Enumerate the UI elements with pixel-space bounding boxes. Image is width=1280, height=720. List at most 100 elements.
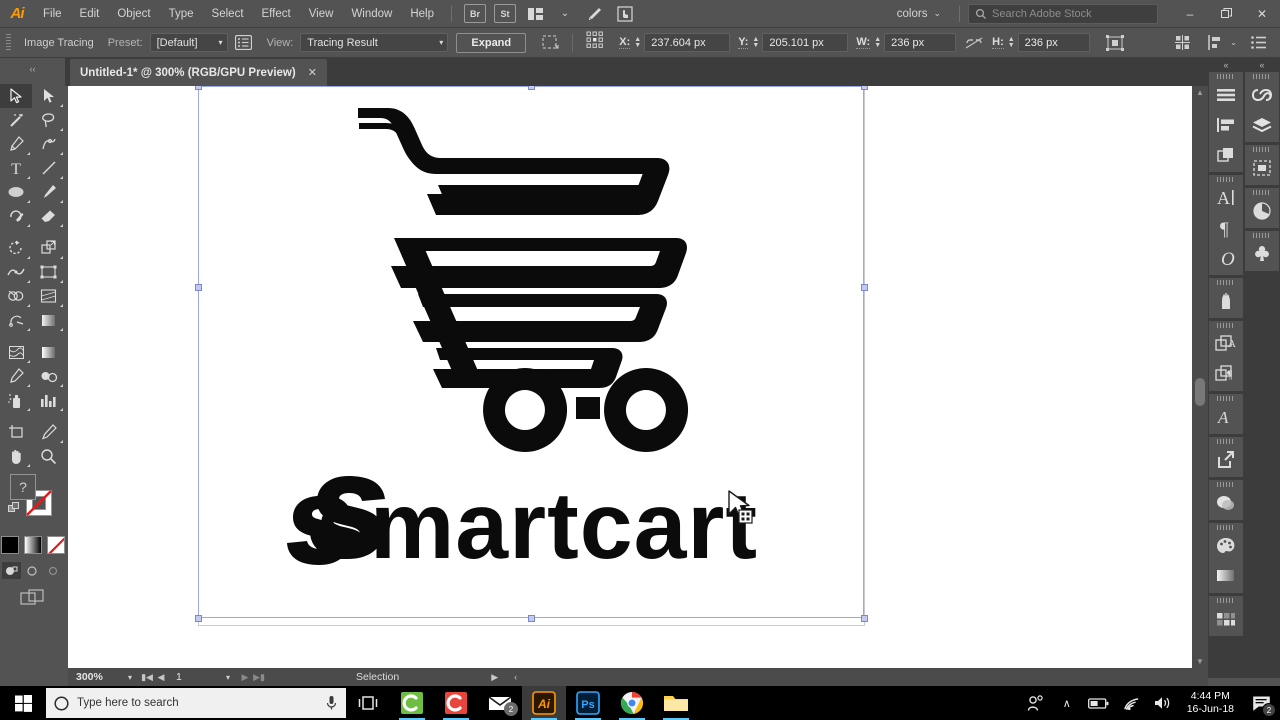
photoshop-app-icon[interactable]: Ps <box>566 686 610 720</box>
panel-grip[interactable] <box>1217 439 1235 444</box>
unlink-proportions-icon[interactable] <box>963 33 985 53</box>
prev-artboard-button[interactable]: ◀ <box>154 672 168 683</box>
reference-point-grid[interactable] <box>585 31 605 54</box>
rotate-tool[interactable] <box>0 236 32 260</box>
free-transform-tool[interactable] <box>33 260 65 284</box>
draw-inside-button[interactable] <box>44 562 63 579</box>
distribute-icon[interactable] <box>1203 33 1225 53</box>
gradient-tool[interactable] <box>33 308 65 332</box>
stock-search-input[interactable]: Search Adobe Stock <box>968 3 1158 24</box>
panel-grip[interactable] <box>1217 323 1235 328</box>
line-segment-tool[interactable] <box>33 156 65 180</box>
status-menu-arrows[interactable]: ▶ ‹ <box>491 672 517 683</box>
battery-icon[interactable] <box>1083 686 1115 720</box>
graphic-styles-panel-icon[interactable]: ¶ <box>1209 359 1243 389</box>
screen-mode-button[interactable] <box>0 589 65 605</box>
show-hidden-icons-icon[interactable]: ∧ <box>1051 686 1083 720</box>
preset-dropdown[interactable]: [Default] ▾ <box>149 33 228 52</box>
pathfinder-panel-icon[interactable] <box>1209 140 1243 170</box>
next-artboard-button[interactable]: ▶ <box>238 672 252 683</box>
taskbar-search-input[interactable]: Type here to search <box>46 688 346 718</box>
draw-normal-button[interactable] <box>2 562 21 579</box>
collapse-panels-icon-right[interactable]: « <box>1259 60 1264 70</box>
symbol-sprayer-tool[interactable] <box>0 388 32 412</box>
menu-edit[interactable]: Edit <box>71 0 109 28</box>
magic-wand-tool[interactable] <box>0 108 32 132</box>
shape-builder-tool[interactable] <box>0 284 32 308</box>
menu-object[interactable]: Object <box>108 0 159 28</box>
w-field[interactable]: 236 px <box>884 33 957 52</box>
symbols-panel-icon[interactable] <box>1245 239 1279 269</box>
glyphs-panel-icon[interactable]: O <box>1209 243 1243 273</box>
brushes-panel-icon[interactable] <box>1209 286 1243 316</box>
mesh-tool[interactable] <box>0 308 32 332</box>
panel-grip[interactable] <box>1217 396 1235 401</box>
close-icon[interactable]: ✕ <box>308 66 317 79</box>
more-options-icon[interactable] <box>1247 33 1269 53</box>
view-dropdown[interactable]: Tracing Result ▾ <box>300 33 449 52</box>
taskbar-clock[interactable]: 4:44 PM 16-Jun-18 <box>1179 690 1242 716</box>
window-restore-button[interactable] <box>1208 0 1244 28</box>
mesh-grid-tool[interactable] <box>0 340 32 364</box>
pen-tool[interactable] <box>0 132 32 156</box>
control-bar-grip[interactable] <box>6 33 11 52</box>
panel-grip[interactable] <box>1217 177 1235 182</box>
menu-effect[interactable]: Effect <box>253 0 300 28</box>
align-panel-icon[interactable] <box>1209 80 1243 110</box>
mail-app-icon[interactable]: 2 <box>478 686 522 720</box>
panel-grip[interactable] <box>1253 147 1271 152</box>
panel-grip[interactable] <box>1217 598 1235 603</box>
panel-grip[interactable] <box>1253 233 1271 238</box>
direct-selection-tool[interactable] <box>33 84 65 108</box>
perspective-grid-tool[interactable] <box>33 284 65 308</box>
y-stepper[interactable]: ▲ ▼ <box>752 36 759 49</box>
collapse-panels-icon-left[interactable]: « <box>1223 60 1228 70</box>
window-minimize-button[interactable]: – <box>1172 0 1208 28</box>
last-artboard-button[interactable]: ▶▮ <box>252 672 266 683</box>
swap-fill-stroke-icon[interactable] <box>8 502 20 514</box>
artboard-tool[interactable] <box>0 420 32 444</box>
swatches-panel-icon[interactable] <box>1209 604 1243 634</box>
x-field[interactable]: 237.604 px <box>644 33 731 52</box>
smartcart-logo-artwork[interactable]: smartcart <box>68 86 1208 668</box>
illustrator-app-icon[interactable]: Ai <box>522 686 566 720</box>
panel-grip[interactable] <box>1253 74 1271 79</box>
menu-select[interactable]: Select <box>203 0 253 28</box>
lasso-tool[interactable] <box>33 108 65 132</box>
selection-tool[interactable] <box>0 84 32 108</box>
curvature-tool[interactable] <box>33 132 65 156</box>
panel-grip[interactable] <box>1217 525 1235 530</box>
vertical-scroll-thumb[interactable] <box>1195 378 1205 406</box>
status-back-icon[interactable]: ‹ <box>514 672 517 683</box>
h-field[interactable]: 236 px <box>1017 33 1090 52</box>
eraser-tool[interactable] <box>33 204 65 228</box>
gradient-swatch-button[interactable] <box>23 536 42 554</box>
slice-tool[interactable] <box>33 420 65 444</box>
first-artboard-button[interactable]: ▮◀ <box>140 672 154 683</box>
libraries-panel-icon[interactable] <box>1245 80 1279 110</box>
align-icon[interactable] <box>1171 33 1193 53</box>
width-tool[interactable] <box>0 260 32 284</box>
document-canvas[interactable]: smartcart <box>68 86 1208 668</box>
workspace-switcher[interactable]: colors ⌄ <box>887 8 951 20</box>
menu-window[interactable]: Window <box>342 0 401 28</box>
chrome-app-icon[interactable] <box>610 686 654 720</box>
action-center-icon[interactable]: 2 <box>1242 686 1280 720</box>
color-swatch-button[interactable] <box>0 536 19 554</box>
scale-tool[interactable] <box>33 236 65 260</box>
transform-selection-icon[interactable] <box>539 33 561 53</box>
scroll-down-icon[interactable]: ▼ <box>1192 657 1208 666</box>
panel-grip[interactable] <box>1217 74 1235 79</box>
menu-file[interactable]: File <box>34 0 71 28</box>
chevron-down-icon[interactable]: ⌄ <box>553 3 577 25</box>
transparency-panel-icon[interactable] <box>1209 488 1243 518</box>
blend-tool[interactable] <box>33 364 65 388</box>
w-stepper[interactable]: ▲ ▼ <box>874 36 881 49</box>
image-trace-panel-icon[interactable] <box>1245 196 1279 226</box>
appearance-panel-icon[interactable]: A <box>1209 329 1243 359</box>
expand-button[interactable]: Expand <box>456 32 527 53</box>
image-tracing-panel-icon[interactable] <box>233 33 255 53</box>
layers-panel-icon[interactable] <box>1245 110 1279 140</box>
people-icon[interactable] <box>1019 686 1051 720</box>
hand-tool[interactable] <box>0 444 32 468</box>
